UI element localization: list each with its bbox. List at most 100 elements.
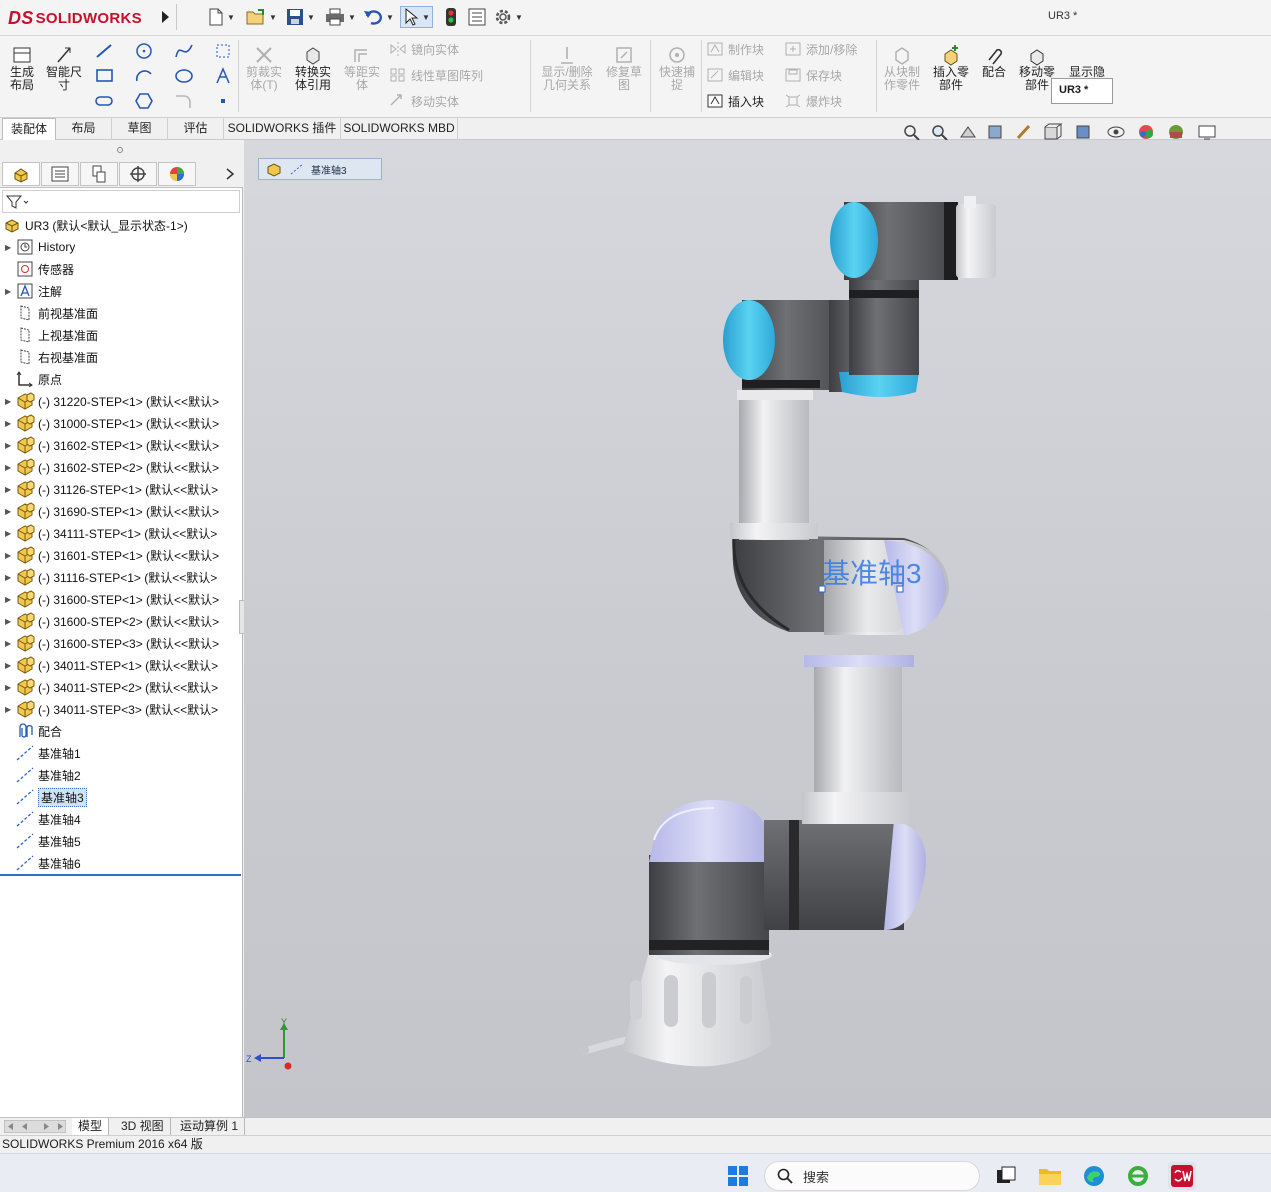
tab-solidworks-mbd[interactable]: SOLIDWORKS MBD	[341, 118, 458, 140]
save-block-button[interactable]: 保存块	[784, 66, 842, 84]
explode-block-button[interactable]: 爆炸块	[784, 92, 842, 110]
offset-entities-button[interactable]: 等距实体	[341, 40, 383, 92]
move-entities-button[interactable]: 移动实体	[389, 92, 459, 110]
axis-handle-right[interactable]	[896, 585, 904, 593]
tab-property-manager[interactable]	[41, 162, 79, 186]
tree-item[interactable]: 基准轴3	[0, 786, 241, 808]
save-button[interactable]: ▼	[286, 6, 315, 28]
graphics-area[interactable]: 基准轴3 基准轴3 Y Z	[244, 140, 1271, 1117]
add-remove-button[interactable]: 添加/移除	[784, 40, 857, 58]
convert-entities-button[interactable]: 转换实体引用	[291, 40, 335, 92]
insert-block-button[interactable]: 插入块	[706, 92, 764, 110]
expand-arrow-icon[interactable]: ▶	[5, 595, 15, 604]
expand-arrow-icon[interactable]: ▶	[5, 287, 15, 296]
tree-item[interactable]: ▶ (-) 34011-STEP<3> (默认<<默认>	[0, 698, 241, 720]
tab-dimxpert-manager[interactable]	[119, 162, 157, 186]
tree-item[interactable]: ▶ History	[0, 236, 241, 258]
solidworks-logo[interactable]: DS SOLIDWORKS	[8, 4, 142, 32]
mate-button[interactable]: 配合	[979, 40, 1009, 79]
menu-expand-arrow-icon[interactable]	[158, 8, 172, 26]
tree-item[interactable]: ▶ (-) 34111-STEP<1> (默认<<默认>	[0, 522, 241, 544]
apply-scene-icon[interactable]	[1166, 123, 1188, 141]
rebuild-button[interactable]	[445, 6, 457, 28]
expand-arrow-icon[interactable]: ▶	[5, 617, 15, 626]
ellipse-tool-icon[interactable]	[174, 67, 196, 85]
tab-feature-manager[interactable]	[2, 162, 40, 186]
make-part-from-block-button[interactable]: 从块制作零件	[881, 40, 923, 92]
tree-item[interactable]: ▶ (-) 31600-STEP<3> (默认<<默认>	[0, 632, 241, 654]
tree-item[interactable]: ▶ (-) 31602-STEP<1> (默认<<默认>	[0, 434, 241, 456]
chevron-right-icon[interactable]	[224, 167, 236, 181]
view-orientation-icon[interactable]	[1042, 123, 1066, 141]
arc-tool-icon[interactable]	[134, 67, 156, 85]
linear-pattern-button[interactable]: 线性草图阵列	[389, 66, 483, 84]
expand-arrow-icon[interactable]: ▶	[5, 397, 15, 406]
tab-model[interactable]: 模型	[72, 1118, 110, 1135]
tree-item[interactable]: 原点	[0, 368, 241, 390]
tree-item[interactable]: 右视基准面	[0, 346, 241, 368]
expand-arrow-icon[interactable]: ▶	[5, 419, 15, 428]
tab-solidworks-addins[interactable]: SOLIDWORKS 插件	[224, 118, 341, 140]
expand-arrow-icon[interactable]: ▶	[5, 529, 15, 538]
generate-layout-button[interactable]: 生成布局	[5, 40, 39, 92]
tree-item[interactable]: 上视基准面	[0, 324, 241, 346]
text-tool-icon[interactable]	[214, 67, 232, 85]
tree-item[interactable]: 前视基准面	[0, 302, 241, 324]
tab-3d-views[interactable]: 3D 视图	[115, 1118, 171, 1135]
taskbar-search[interactable]: 搜索	[764, 1161, 980, 1191]
tab-configuration-manager[interactable]	[80, 162, 118, 186]
tree-item[interactable]: ▶ (-) 31220-STEP<1> (默认<<默认>	[0, 390, 241, 412]
tree-item[interactable]: 基准轴2	[0, 764, 241, 786]
tab-motion-study[interactable]: 运动算例 1	[174, 1118, 246, 1135]
tree-filter-box[interactable]	[2, 190, 240, 213]
circle-tool-icon[interactable]	[134, 42, 156, 60]
tree-item[interactable]: ▶ (-) 31602-STEP<2> (默认<<默认>	[0, 456, 241, 478]
tree-item[interactable]: ▶ 注解	[0, 280, 241, 302]
hide-show-items-icon[interactable]	[1106, 123, 1128, 141]
tab-display-manager[interactable]	[158, 162, 196, 186]
task-view-button[interactable]	[992, 1162, 1020, 1190]
tab-layout[interactable]: 布局	[56, 118, 112, 140]
open-document-button[interactable]: ▼	[246, 6, 277, 28]
expand-arrow-icon[interactable]: ▶	[5, 661, 15, 670]
tab-evaluate[interactable]: 评估	[168, 118, 224, 140]
tree-item[interactable]: ▶ (-) 31601-STEP<1> (默认<<默认>	[0, 544, 241, 566]
expand-arrow-icon[interactable]: ▶	[5, 551, 15, 560]
expand-arrow-icon[interactable]: ▶	[5, 705, 15, 714]
repair-sketch-button[interactable]: 修复草图	[603, 40, 645, 92]
insert-components-button[interactable]: 插入零部件	[929, 40, 973, 92]
previous-view-icon[interactable]	[958, 123, 978, 141]
display-delete-relations-button[interactable]: 显示/删除几何关系	[537, 40, 597, 92]
axis-handle-left[interactable]	[818, 585, 826, 593]
polygon-tool-icon[interactable]	[134, 92, 156, 110]
tree-item[interactable]: ▶ (-) 31690-STEP<1> (默认<<默认>	[0, 500, 241, 522]
expand-arrow-icon[interactable]: ▶	[5, 243, 15, 252]
tree-item[interactable]: ▶ (-) 31116-STEP<1> (默认<<默认>	[0, 566, 241, 588]
solidworks-taskbar-button[interactable]	[1168, 1162, 1196, 1190]
section-view-icon[interactable]	[986, 123, 1006, 141]
slot-tool-icon[interactable]	[94, 92, 116, 110]
fillet-tool-icon[interactable]	[174, 92, 196, 110]
select-button[interactable]: ▼	[400, 6, 433, 28]
expand-arrow-icon[interactable]: ▶	[5, 573, 15, 582]
tree-item[interactable]: ▶ (-) 34011-STEP<2> (默认<<默认>	[0, 676, 241, 698]
expand-arrow-icon[interactable]: ▶	[5, 485, 15, 494]
mirror-entities-button[interactable]: 镜向实体	[389, 40, 459, 58]
point-tool-icon[interactable]	[214, 92, 232, 110]
expand-arrow-icon[interactable]: ▶	[5, 683, 15, 692]
tree-item[interactable]: ▶ (-) 34011-STEP<1> (默认<<默认>	[0, 654, 241, 676]
display-style-icon[interactable]	[1074, 123, 1098, 141]
tree-root-assembly[interactable]: UR3 (默认<默认_显示状态-1>)	[0, 214, 241, 236]
dynamic-annotation-icon[interactable]	[1014, 123, 1034, 141]
trim-entities-button[interactable]: 剪裁实体(T)	[243, 40, 285, 92]
file-explorer-button[interactable]	[1036, 1162, 1064, 1190]
view-settings-icon[interactable]	[1196, 123, 1224, 141]
quick-snaps-button[interactable]: 快速捕捉	[655, 40, 699, 92]
edge-browser-button[interactable]	[1080, 1162, 1108, 1190]
rollback-bar[interactable]	[0, 874, 241, 876]
construction-geometry-icon[interactable]	[214, 42, 232, 60]
rectangle-tool-icon[interactable]	[94, 67, 116, 85]
tree-item[interactable]: 基准轴4	[0, 808, 241, 830]
start-button[interactable]	[724, 1162, 752, 1190]
edit-appearance-icon[interactable]	[1136, 123, 1158, 141]
